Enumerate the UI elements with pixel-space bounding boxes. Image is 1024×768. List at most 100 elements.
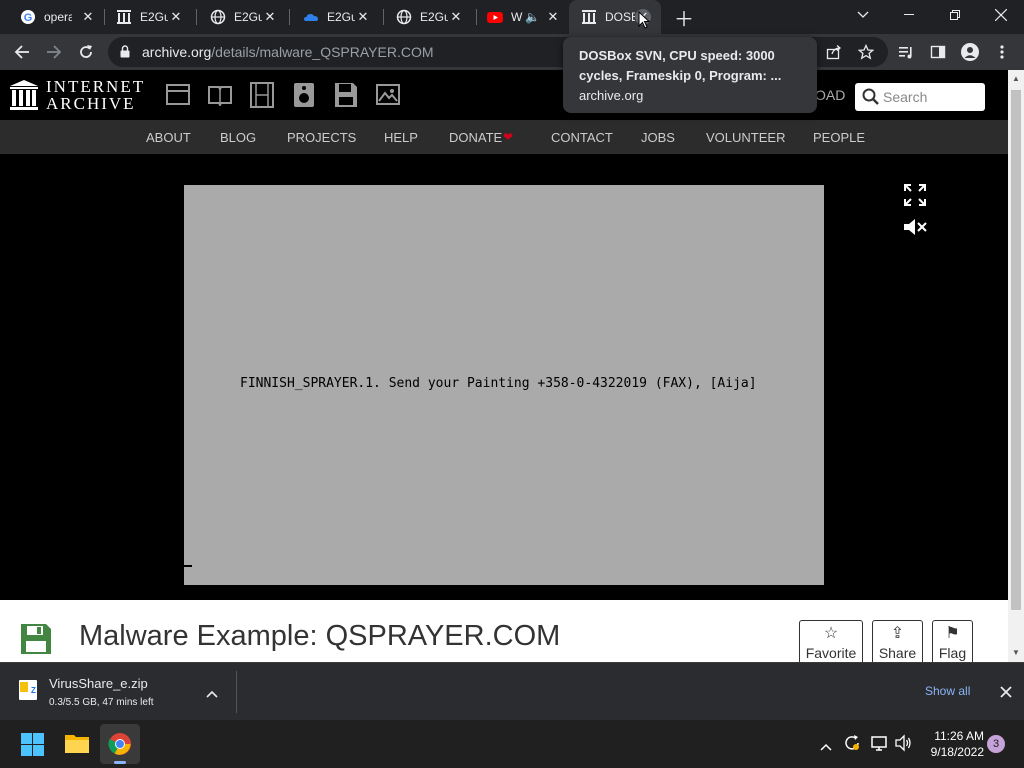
nav-donate[interactable]: DONATE [449, 130, 502, 145]
scrollbar-thumb[interactable] [1011, 90, 1021, 610]
restore-icon [950, 10, 960, 20]
side-panel-button[interactable] [926, 40, 950, 64]
nav-volunteer[interactable]: VOLUNTEER [706, 130, 785, 145]
reload-icon [80, 45, 92, 58]
close-window-button[interactable] [978, 0, 1024, 30]
share-page-button[interactable] [822, 40, 846, 64]
reload-button[interactable] [74, 40, 98, 64]
nav-projects[interactable]: PROJECTS [287, 130, 356, 145]
sync-icon[interactable] [843, 734, 861, 757]
nav-about[interactable]: ABOUT [146, 130, 191, 145]
reading-list-button[interactable] [894, 40, 918, 64]
tab-label: W [511, 10, 523, 24]
texts-icon[interactable] [208, 84, 232, 111]
chrome-taskbar-button[interactable] [100, 724, 140, 764]
new-tab-button[interactable]: ＋ [672, 5, 696, 31]
ia-header: INTERNET ARCHIVE OAD Search [0, 70, 1008, 120]
forward-button[interactable] [42, 40, 66, 64]
restore-button[interactable] [932, 0, 978, 30]
search-icon [862, 88, 879, 105]
notification-badge[interactable]: 3 [987, 735, 1005, 753]
browser-toolbar: archive.org/details/malware_QSPRAYER.COM [0, 34, 1024, 70]
arrow-left-icon [14, 45, 29, 59]
star-icon [858, 44, 874, 60]
fullscreen-button[interactable] [904, 184, 926, 211]
youtube-icon [487, 9, 503, 25]
dosbox-screen[interactable]: FINNISH_SPRAYER.1. Send your Painting +3… [184, 185, 824, 585]
svg-text:G: G [24, 12, 33, 24]
tab-e2gu-1[interactable]: E2Gu ✕ [96, 0, 192, 34]
show-all-downloads-button[interactable]: Show all [925, 684, 970, 698]
tab-search-button[interactable] [840, 0, 886, 30]
tab-label: E2Gu [140, 10, 168, 24]
profile-button[interactable] [958, 40, 982, 64]
tab-e2gu-2[interactable]: E2Gu ✕ [190, 0, 286, 34]
search-input[interactable]: Search [883, 89, 927, 105]
speaker-muted-icon [904, 219, 927, 235]
network-icon[interactable] [871, 734, 889, 757]
close-icon[interactable]: ✕ [262, 9, 278, 25]
tab-e2gu-3[interactable]: E2Gu ✕ [283, 0, 379, 34]
close-icon[interactable]: ✕ [80, 9, 96, 25]
close-icon[interactable]: ✕ [355, 9, 371, 25]
scroll-up-icon[interactable]: ▲ [1012, 74, 1020, 83]
close-download-bar-button[interactable] [1000, 685, 1012, 703]
file-explorer-button[interactable] [64, 732, 90, 759]
close-icon[interactable]: ✕ [448, 9, 464, 25]
menu-button[interactable] [990, 40, 1014, 64]
clock-time[interactable]: 11:26 AM [926, 729, 984, 743]
download-filename[interactable]: VirusShare_e.zip [49, 676, 148, 691]
show-hidden-icons-button[interactable] [820, 738, 832, 756]
tab-youtube[interactable]: W 🔈 ✕ [467, 0, 569, 34]
back-button[interactable] [10, 40, 34, 64]
video-icon[interactable] [250, 82, 274, 113]
tab-opera[interactable]: G opera ✕ [0, 0, 104, 34]
globe-icon [396, 9, 412, 25]
close-icon[interactable]: ✕ [168, 9, 184, 25]
minimize-button[interactable] [886, 0, 932, 30]
tab-e2gu-4[interactable]: E2Gu ✕ [376, 0, 472, 34]
nav-contact[interactable]: CONTACT [551, 130, 613, 145]
nav-help[interactable]: HELP [384, 130, 418, 145]
tab-label: E2Gu [327, 10, 355, 24]
star-icon: ☆ [823, 625, 839, 642]
download-bar: Z VirusShare_e.zip 0.3/5.5 GB, 47 mins l… [0, 662, 1024, 720]
page-scrollbar[interactable]: ▲ ▼ [1008, 70, 1024, 662]
volume-icon[interactable] [895, 734, 913, 757]
close-icon[interactable]: ✕ [545, 9, 561, 25]
chevron-up-icon [820, 743, 832, 751]
favorite-button[interactable]: ☆ Favorite [799, 620, 863, 662]
nav-people[interactable]: PEOPLE [813, 130, 865, 145]
folder-icon [65, 735, 89, 753]
flag-button[interactable]: ⚑ Flag [932, 620, 973, 662]
archive-icon [581, 9, 597, 25]
chevron-up-icon[interactable] [206, 685, 218, 703]
scroll-down-icon[interactable]: ▼ [1012, 648, 1020, 657]
share-button[interactable]: ⇪ Share [872, 620, 923, 662]
heart-icon: ❤ [503, 130, 514, 144]
chevron-down-icon [857, 11, 869, 18]
url-text[interactable]: archive.org/details/malware_QSPRAYER.COM [142, 44, 434, 60]
nav-jobs[interactable]: JOBS [641, 130, 675, 145]
favorite-label: Favorite [805, 645, 857, 661]
start-button[interactable] [21, 733, 44, 761]
mouse-cursor-icon [638, 10, 651, 34]
tab-hover-tooltip: DOSBox SVN, CPU speed: 3000 cycles, Fram… [563, 37, 817, 113]
software-icon[interactable] [334, 82, 358, 113]
speaker-icon[interactable]: 🔈 [525, 10, 540, 24]
download-status: 0.3/5.5 GB, 47 mins left [49, 697, 154, 708]
search-box[interactable]: Search [855, 83, 985, 111]
web-icon[interactable] [166, 84, 190, 111]
bookmark-button[interactable] [854, 40, 878, 64]
media-icon [899, 47, 912, 59]
mute-button[interactable] [903, 217, 927, 242]
upload-link[interactable]: OAD [815, 87, 845, 103]
audio-icon[interactable] [293, 82, 315, 113]
url-path: /details/malware_QSPRAYER.COM [211, 44, 434, 60]
globe-icon [210, 9, 226, 25]
images-icon[interactable] [376, 84, 400, 111]
clock-date[interactable]: 9/18/2022 [926, 745, 984, 759]
lock-icon[interactable] [120, 45, 130, 63]
emulator-area: FINNISH_SPRAYER.1. Send your Painting +3… [0, 154, 1008, 600]
nav-blog[interactable]: BLOG [220, 130, 256, 145]
